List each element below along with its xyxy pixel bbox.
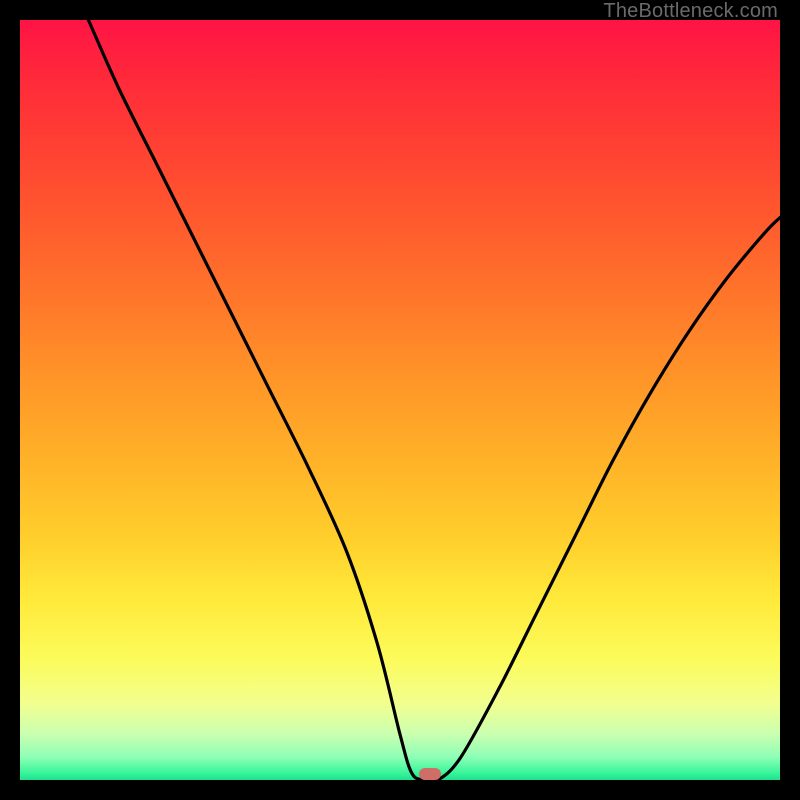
bottleneck-curve <box>20 20 780 780</box>
plot-area <box>20 20 780 780</box>
optimal-point-marker <box>419 768 441 780</box>
chart-frame: TheBottleneck.com <box>0 0 800 800</box>
curve-path <box>88 20 780 782</box>
